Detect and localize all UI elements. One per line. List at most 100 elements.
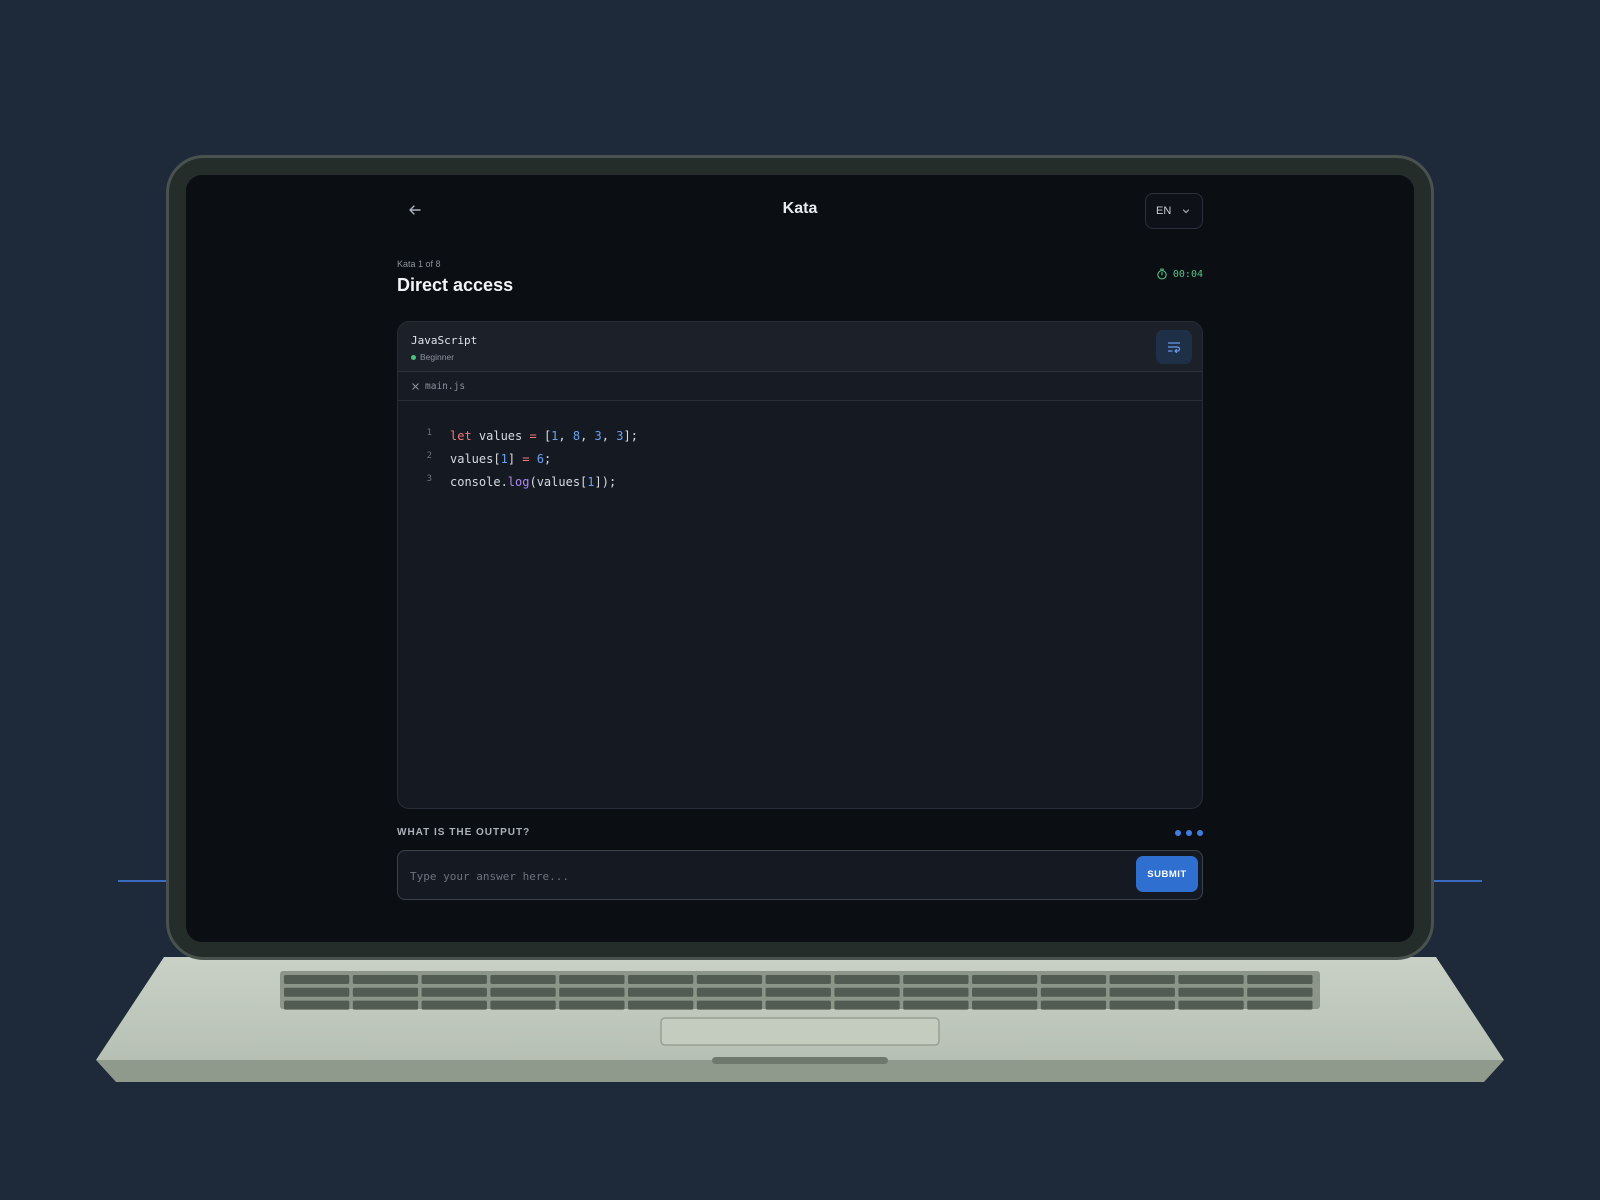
laptop-screen: Kata EN Kata 1 of 8 Direct access 00:04 … — [186, 175, 1414, 942]
file-name: main.js — [425, 380, 466, 392]
code-token: , — [601, 428, 617, 443]
keyboard-key — [352, 987, 419, 997]
code-card-header: JavaScript Beginner — [398, 322, 1202, 372]
code-token: (values[ — [529, 474, 588, 489]
keyboard-key — [1247, 975, 1313, 984]
code-token: let — [450, 428, 472, 443]
keyboard-key — [352, 975, 419, 984]
keyboard-key — [765, 1000, 831, 1010]
keyboard-key — [696, 975, 763, 984]
code-token: , — [558, 428, 573, 443]
stopwatch-icon — [1157, 268, 1167, 280]
keyboard-key — [421, 987, 487, 997]
code-token: 3 — [594, 428, 602, 443]
code-token: ]); — [594, 474, 617, 489]
keyboard-key — [765, 975, 831, 984]
keyboard-key — [834, 975, 900, 984]
keyboard-key — [490, 987, 556, 997]
keyboard-key — [1109, 987, 1175, 997]
line-number: 2 — [426, 450, 432, 461]
keyboard-key — [1247, 1000, 1313, 1010]
keyboard-key — [1109, 975, 1175, 984]
code-language: JavaScript — [411, 334, 478, 347]
keyboard-key — [1247, 987, 1313, 997]
kata-app: Kata EN Kata 1 of 8 Direct access 00:04 … — [397, 175, 1203, 942]
code-token: , — [580, 428, 595, 443]
kata-title: Direct access — [397, 275, 514, 295]
timer-value: 00:04 — [1172, 268, 1203, 280]
keyboard-key — [903, 975, 969, 984]
progress-dots — [1175, 830, 1203, 836]
difficulty-badge: Beginner — [411, 352, 454, 362]
answer-input[interactable] — [408, 859, 1112, 893]
keyboard-key — [559, 987, 625, 997]
chevron-down-icon — [1183, 209, 1190, 214]
keyboard-key — [421, 975, 487, 984]
keyboard-key — [972, 975, 1038, 984]
code-line: 3 console.log(values[1]); — [398, 470, 1202, 493]
kata-counter: Kata 1 of 8 — [397, 259, 441, 269]
line-number: 3 — [426, 473, 432, 484]
keyboard-key — [490, 1000, 556, 1010]
keyboard-key — [284, 975, 350, 984]
code-line: 1 let values = [1, 8, 3, 3]; — [398, 424, 1202, 447]
code-token: ; — [543, 451, 552, 466]
keyboard-key — [903, 1000, 969, 1010]
code-text: let values = [1, 8, 3, 3]; — [450, 429, 638, 443]
keyboard-key — [972, 1000, 1038, 1010]
line-number: 1 — [426, 427, 432, 438]
code-token: ] — [507, 451, 523, 466]
code-text: console.log(values[1]); — [450, 475, 616, 489]
keyboard-key — [628, 987, 694, 997]
difficulty-label: Beginner — [420, 352, 455, 362]
keyboard-key — [834, 987, 900, 997]
code-token: [ — [536, 428, 552, 443]
code-text: values[1] = 6; — [450, 452, 551, 466]
code-token: 6 — [536, 451, 544, 466]
keyboard-key — [490, 975, 556, 984]
keyboard-key — [1178, 1000, 1244, 1010]
keyboard-key — [1178, 987, 1244, 997]
code-token: values — [471, 428, 530, 443]
question-label: WHAT IS THE OUTPUT? — [397, 827, 531, 838]
code-token: = — [529, 428, 537, 443]
keyboard-keys — [284, 975, 1313, 1010]
keyboard-key — [628, 975, 694, 984]
file-icon — [412, 382, 419, 390]
keyboard-key — [972, 987, 1038, 997]
answer-box: SUBMIT — [397, 850, 1203, 900]
progress-dot — [1197, 830, 1203, 836]
keyboard-key — [696, 1000, 763, 1010]
keyboard-key — [421, 1000, 487, 1010]
progress-dot — [1175, 830, 1181, 836]
page-title: Kata — [782, 200, 818, 217]
code-line: 2 values[1] = 6; — [398, 447, 1202, 470]
keyboard-key — [352, 1000, 419, 1010]
language-select[interactable]: EN — [1145, 193, 1203, 229]
submit-button[interactable]: SUBMIT — [1136, 856, 1198, 892]
progress-dot — [1186, 830, 1192, 836]
code-token: 8 — [572, 428, 581, 443]
code-token: ]; — [623, 428, 638, 443]
keyboard-key — [696, 987, 763, 997]
code-token: values[ — [450, 451, 501, 466]
keyboard-key — [1178, 975, 1244, 984]
word-wrap-icon — [1167, 342, 1181, 354]
keyboard-key — [628, 1000, 694, 1010]
timer: 00:04 — [1156, 268, 1203, 280]
keyboard-key — [903, 987, 969, 997]
keyboard-key — [834, 1000, 900, 1010]
keyboard-key — [1040, 975, 1107, 984]
word-wrap-button[interactable] — [1156, 330, 1192, 364]
keyboard-key — [559, 975, 625, 984]
difficulty-dot — [411, 354, 416, 360]
keyboard-key — [559, 1000, 625, 1010]
code-token: 1 — [587, 474, 595, 489]
keyboard-key — [1040, 987, 1107, 997]
code-token: console. — [450, 474, 508, 489]
keyboard-key — [1040, 1000, 1107, 1010]
keyboard-key — [284, 987, 350, 997]
file-tab[interactable]: main.js — [398, 372, 1202, 401]
keyboard-key — [284, 1000, 350, 1010]
